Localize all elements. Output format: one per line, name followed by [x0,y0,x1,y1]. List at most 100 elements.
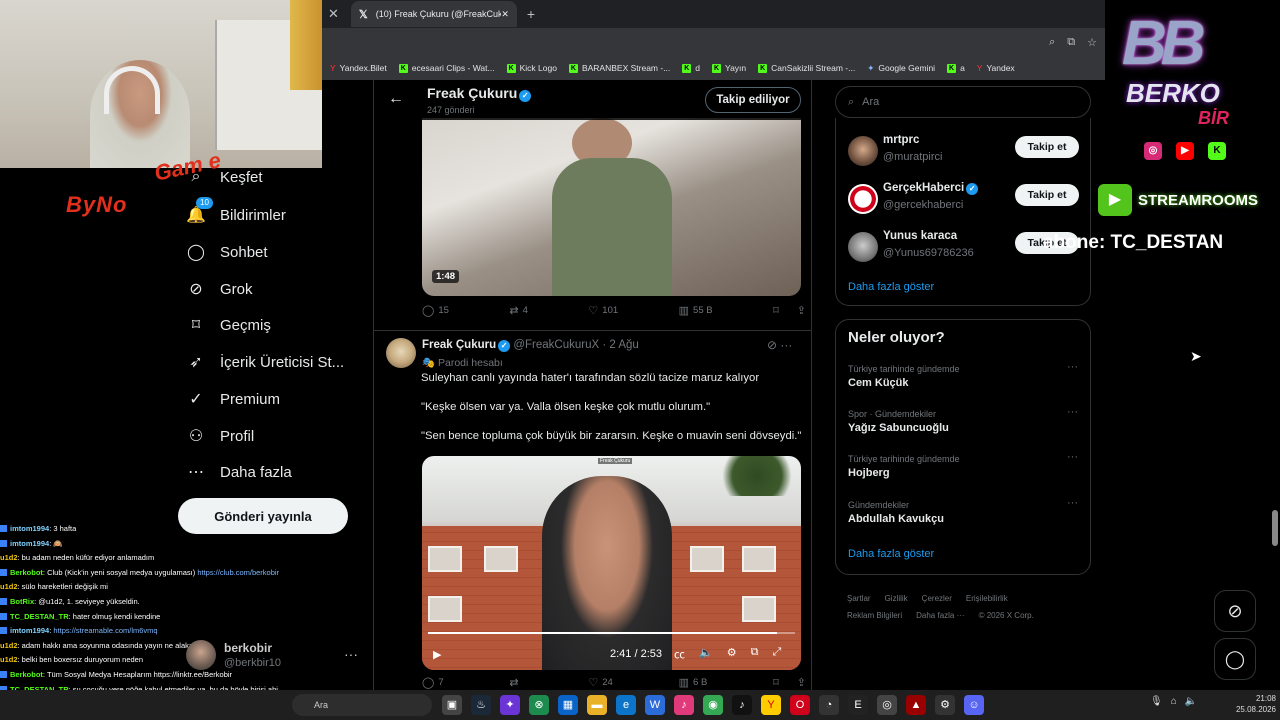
account-switcher[interactable]: berkobir @berkbir10 ··· [186,636,366,676]
reply-button[interactable]: ◯ 7 [422,676,444,689]
folder-icon[interactable]: ▬ [587,695,607,715]
volume-icon[interactable]: 🔈 [699,646,713,662]
bookmark-button[interactable]: ⌑ ⇪ [773,676,806,689]
chat-username[interactable]: imtom1994 [10,524,49,533]
footer-link[interactable]: Reklam Bilgileri [847,611,902,620]
bookmark-star-icon[interactable]: ☆ [1087,36,1097,49]
app-icon[interactable]: ▲ [906,695,926,715]
grok-float-button[interactable]: ⊘ [1214,590,1256,632]
author-name[interactable]: Freak Çukuru [422,339,496,351]
trend-item[interactable]: Spor · Gündemdekiler Yağız Sabuncuoğlu ··· [848,406,1080,434]
follow-button[interactable]: Takip et [1015,136,1079,158]
tab-close-icon[interactable]: ✕ [501,9,509,20]
more-icon[interactable]: ··· [1067,361,1078,373]
bookmark-item[interactable]: Kd [682,63,700,73]
chat-username[interactable]: u1d2 [0,655,18,664]
avatar[interactable] [848,136,878,166]
trend-item[interactable]: Gündemdekiler Abdullah Kavukçu ··· [848,497,1080,525]
obs-icon[interactable]: ◎ [877,695,897,715]
new-tab-icon[interactable]: + [527,6,535,22]
chat-username[interactable]: Berkobot [10,568,43,577]
share-icon[interactable]: ⇪ [797,304,806,317]
suggested-name[interactable]: Yunus karaca [883,230,957,242]
bookmark-button[interactable]: ⌑ ⇪ [773,304,806,317]
bookmark-item[interactable]: K CanSakizlii Stream -... [758,63,855,73]
nav-item-bildirimler[interactable]: 🔔 10 Bildirimler [186,197,286,225]
bookmark-item[interactable]: K Kick Logo [506,63,557,73]
suggested-name[interactable]: GerçekHaberci ✓ [883,182,979,195]
nav-item-geçmiş[interactable]: ⌑ Geçmiş [186,315,271,335]
pip-icon[interactable]: ⧉ [751,646,759,662]
chat-username[interactable]: TC_DESTAN_TR [10,612,69,621]
edge-icon[interactable]: e [616,695,636,715]
more-icon[interactable]: ··· [780,338,792,352]
speedometer-icon[interactable]: ◔ [819,695,839,715]
bookmark-item[interactable]: K Yayın [712,63,746,73]
more-icon[interactable]: ··· [1067,406,1078,418]
footer-link[interactable]: Şartlar [847,594,871,603]
discord-icon[interactable]: ☺ [964,695,984,715]
footer-link[interactable]: Çerezler [922,594,952,603]
video-progress-bar[interactable] [428,632,795,634]
chat-username[interactable]: Berkobot [10,670,43,679]
avatar[interactable] [386,338,416,368]
chat-link[interactable]: https://club.com/berkobir [197,568,279,577]
avatar[interactable] [848,184,878,214]
views-button[interactable]: ▥ 55 B [679,304,713,317]
repost-button[interactable]: ⇄ 4 [509,304,528,317]
chrome-icon[interactable]: ◉ [703,695,723,715]
chat-username[interactable]: imtom1994 [10,626,49,635]
more-icon[interactable]: ··· [344,646,358,662]
chat-username[interactable]: u1d2 [0,582,18,591]
grok-icon[interactable]: ⊘ [767,338,777,352]
follow-button[interactable]: Takip et [1015,184,1079,206]
copilot-icon[interactable]: ✦ [500,695,520,715]
close-icon[interactable]: ✕ [328,6,339,22]
search-input[interactable]: ⌕ Ara [835,86,1091,118]
like-button[interactable]: ♡ 24 [588,676,612,689]
footer-link[interactable]: Gizlilik [885,594,908,603]
nav-item-premium[interactable]: ✓ Premium [186,389,280,409]
fullscreen-icon[interactable]: ⤢ [772,646,781,662]
tiktok-studio-icon[interactable]: ♪ [674,695,694,715]
chat-username[interactable]: u1d2 [0,553,18,562]
nav-item-i-çerik-üreticisi-st-[interactable]: ➶ İçerik Üreticisi St... [186,352,344,372]
bookmark-item[interactable]: Y Yandex.Bilet [330,63,387,73]
show-more-link[interactable]: Daha fazla göster [848,281,934,293]
bookmark-item[interactable]: Ka [947,63,965,73]
repost-button[interactable]: ⇄ [509,676,522,689]
share-icon[interactable]: ⇪ [797,676,806,689]
clock[interactable]: 21:08 25.08.2026 [1226,693,1276,715]
chat-username[interactable]: u1d2 [0,641,18,650]
zoom-icon[interactable]: ⌕ [1049,36,1055,49]
nav-item-sohbet[interactable]: ◯ Sohbet [186,242,268,262]
like-button[interactable]: ♡ 101 [588,304,618,317]
captions-icon[interactable]: ㏄ [674,646,685,662]
show-more-link[interactable]: Daha fazla göster [848,548,934,560]
scrollbar[interactable] [1272,510,1278,546]
tweet2-video[interactable]: Freak Çukuru ▶ 2:41 / 2:53 ㏄ 🔈 ⚙ ⧉ ⤢ [422,456,801,670]
tweet1-video[interactable]: 1:48 [422,118,801,296]
bookmark-item[interactable]: Y Yandex [977,63,1015,73]
footer-link[interactable]: Daha fazla ··· [916,611,964,620]
chat-username[interactable]: BotRix [10,597,34,606]
more-icon[interactable]: ··· [1067,497,1078,509]
screenshot-icon[interactable]: ⧉ [1067,36,1075,49]
settings-icon[interactable]: ⚙ [935,695,955,715]
footer-link[interactable]: © 2026 X Corp. [979,611,1034,620]
nav-item-profil[interactable]: ⚇ Profil [186,426,254,446]
browser-tab[interactable]: 𝕏 (10) Freak Çukuru (@FreakCuku ✕ [350,1,517,27]
epic-games-icon[interactable]: E [848,695,868,715]
nav-item-daha-fazla[interactable]: ⋯ Daha fazla [186,462,292,482]
nav-item-keşfet[interactable]: ⌕ Keşfet [186,168,263,186]
mic-icon[interactable]: 🎙 [1150,696,1163,707]
settings-icon[interactable]: ⚙ [727,646,737,662]
bookmark-item[interactable]: ✦ Google Gemini [867,63,935,74]
trend-item[interactable]: Türkiye tarihinde gündemde Cem Küçük ··· [848,361,1080,389]
more-icon[interactable]: ··· [1067,451,1078,463]
avatar[interactable] [848,232,878,262]
store-icon[interactable]: ▦ [558,695,578,715]
network-icon[interactable]: ⌂ [1171,696,1177,707]
trend-item[interactable]: Türkiye tarihinde gündemde Hojberg ··· [848,451,1080,479]
reply-button[interactable]: ◯ 15 [422,304,449,317]
